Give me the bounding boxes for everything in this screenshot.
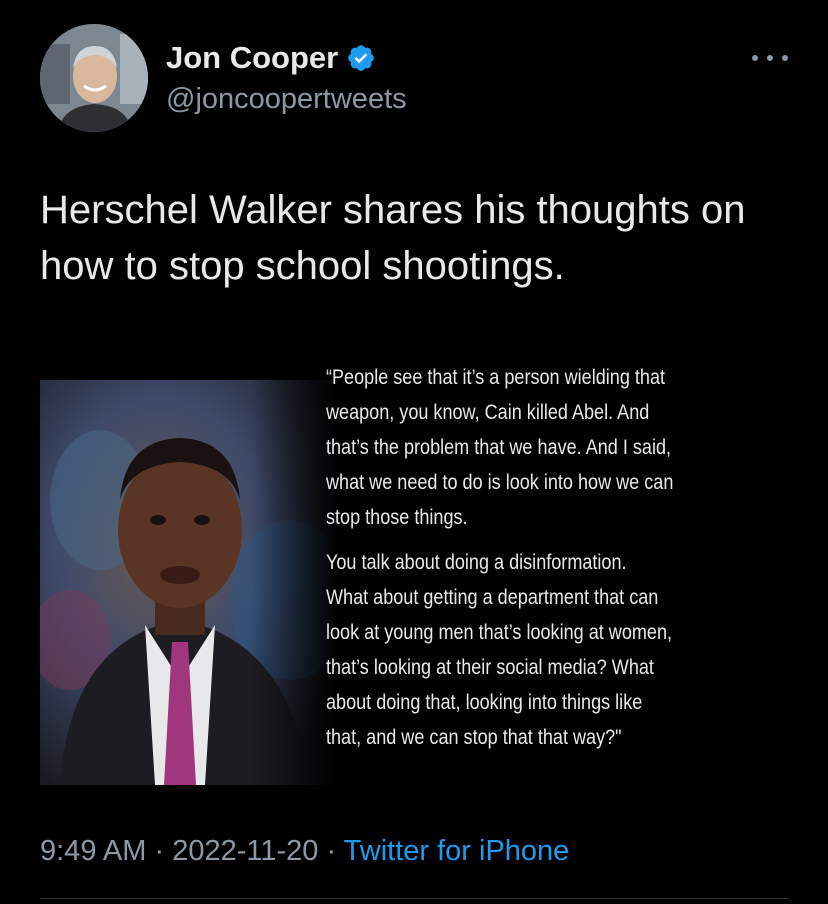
avatar-photo	[40, 24, 148, 132]
tweet-meta: 9:49 AM · 2022-11-20 · Twitter for iPhon…	[40, 835, 569, 868]
avatar[interactable]	[40, 24, 148, 132]
author-handle[interactable]: @joncoopertweets	[166, 83, 407, 116]
quote-paragraph-1: “People see that it’s a person wielding …	[326, 365, 674, 529]
quote-paragraph-2: You talk about doing a disinformation. W…	[326, 550, 673, 749]
media-photo	[40, 380, 340, 785]
more-options-icon[interactable]	[752, 46, 788, 70]
tweet-source-link[interactable]: Twitter for iPhone	[344, 835, 570, 867]
tweet-time[interactable]: 9:49 AM	[40, 835, 146, 867]
tweet-text: Herschel Walker shares his thoughts on h…	[40, 188, 746, 288]
verified-badge-icon	[346, 43, 376, 73]
author-display-name[interactable]: Jon Cooper	[166, 40, 376, 76]
tweet: Jon Cooper @joncoopertweets Herschel Wal…	[0, 0, 828, 904]
display-name-text: Jon Cooper	[166, 40, 339, 75]
media-quote: “People see that it’s a person wielding …	[326, 360, 763, 765]
meta-separator: ·	[318, 835, 344, 867]
meta-separator: ·	[146, 835, 173, 867]
tweet-media[interactable]: “People see that it’s a person wielding …	[40, 350, 790, 785]
more-dot	[767, 55, 773, 61]
more-dot	[782, 55, 788, 61]
more-dot	[752, 55, 758, 61]
divider	[40, 898, 788, 899]
tweet-date[interactable]: 2022-11-20	[172, 835, 318, 867]
